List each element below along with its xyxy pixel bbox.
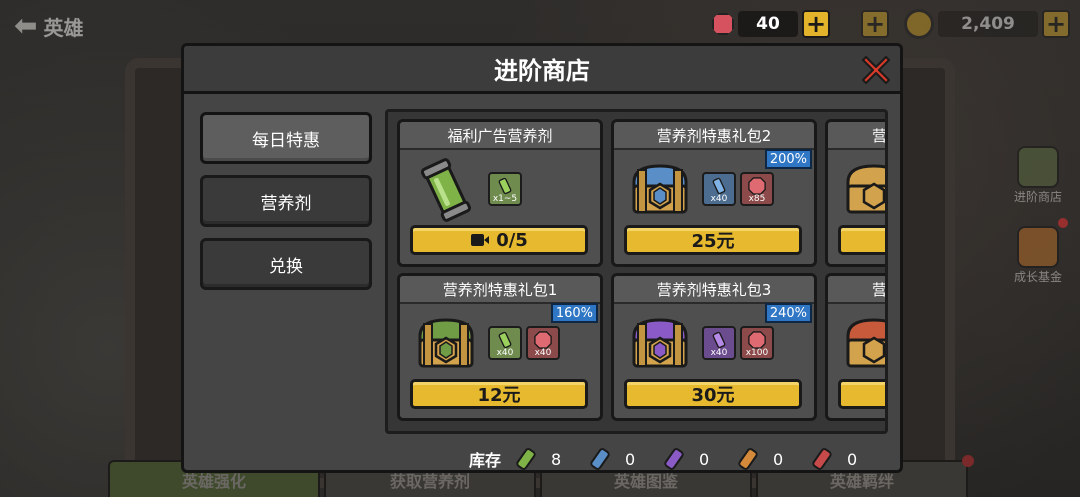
buy-button[interactable]	[838, 379, 885, 409]
video-icon	[471, 234, 490, 246]
buy-button[interactable]: 25元	[624, 225, 802, 255]
product-title: 营养剂特惠礼包2	[614, 122, 814, 150]
product-title: 营养剂特惠礼包3	[614, 276, 814, 304]
back-label: 英雄	[43, 15, 84, 40]
reward-item: x85	[740, 172, 774, 206]
product-title: 营养剂特惠礼包1	[400, 276, 600, 304]
gem-icon	[748, 331, 766, 349]
purple-canister-icon	[712, 331, 726, 349]
purple-canister-icon	[664, 448, 684, 470]
price-label: 0/5	[496, 229, 528, 251]
modal-title: 进阶商店	[494, 57, 590, 85]
reward-item: x40	[702, 326, 736, 360]
green-canister-icon	[498, 331, 512, 349]
red-canister-icon	[812, 448, 832, 470]
fund-icon	[1017, 226, 1059, 268]
buy-button[interactable]: 12元	[410, 379, 588, 409]
side-button-shop-label: 进阶商店	[1013, 190, 1062, 204]
product-card: 营	[825, 119, 885, 267]
coin-icon	[904, 9, 934, 39]
blue-chest-icon	[632, 164, 688, 214]
buy-button[interactable]: 30元	[624, 379, 802, 409]
product-title: 福利广告营养剂	[400, 122, 600, 150]
purple-chest-icon	[632, 318, 688, 368]
coin-counter: 2,409 +	[904, 9, 1070, 39]
modal-header: 进阶商店	[184, 46, 900, 94]
back-button[interactable]: ⬅ 英雄	[14, 10, 83, 42]
buy-button[interactable]: 0/5	[410, 225, 588, 255]
gem-icon	[712, 13, 734, 35]
reward-item: x1~5	[488, 172, 522, 206]
green-canister-icon	[498, 177, 512, 195]
price-label: 30元	[691, 385, 735, 406]
product-card: 福利广告营养剂 x1~5 0/5	[397, 119, 603, 267]
notification-dot	[962, 455, 974, 467]
coin-amount: 2,409	[938, 11, 1038, 37]
side-button-fund[interactable]: 成长基金	[1008, 226, 1068, 285]
close-icon	[862, 56, 890, 84]
green-canister-icon	[516, 448, 536, 470]
inventory-item: 0	[735, 446, 787, 470]
chest-vi-icon	[846, 164, 885, 214]
product-card: 营养剂特惠礼包1 160% x40 x40 12元	[397, 273, 603, 421]
orange-canister-icon	[738, 448, 758, 470]
product-card: 营	[825, 273, 885, 421]
inventory-item: 8	[513, 446, 565, 470]
nav-nutrient[interactable]: 营养剂	[200, 175, 372, 227]
price-label: 12元	[477, 385, 521, 406]
chest-v-icon	[846, 318, 885, 368]
product-card: 营养剂特惠礼包2 200% x40 x85 25元	[611, 119, 817, 267]
gem-icon	[748, 177, 766, 195]
reward-item: x100	[740, 326, 774, 360]
inventory-bar: 库存 8 0 0 0 0	[469, 446, 883, 470]
blue-canister-icon	[712, 177, 726, 195]
shop-icon	[1017, 146, 1059, 188]
close-button[interactable]	[860, 54, 892, 86]
blue-canister-icon	[590, 448, 610, 470]
add-gems-button[interactable]: +	[802, 10, 830, 38]
side-button-shop[interactable]: 进阶商店	[1008, 146, 1068, 205]
inventory-item: 0	[809, 446, 861, 470]
add-coins-button[interactable]: +	[1042, 10, 1070, 38]
gem-icon	[534, 331, 552, 349]
product-card: 营养剂特惠礼包3 240% x40 x100 30元	[611, 273, 817, 421]
nav-exchange[interactable]: 兑换	[200, 238, 372, 290]
shop-nav: 每日特惠 营养剂 兑换	[200, 112, 372, 301]
side-button-fund-label: 成长基金	[1013, 270, 1062, 284]
buy-button[interactable]	[838, 225, 885, 255]
reward-item: x40	[488, 326, 522, 360]
nav-daily-deals[interactable]: 每日特惠	[200, 112, 372, 164]
green-chest-icon	[418, 318, 474, 368]
add-button-dim[interactable]: +	[861, 10, 889, 38]
back-arrow-icon: ⬅	[14, 9, 38, 42]
gem-amount: 40	[738, 11, 798, 37]
shop-modal: 进阶商店 每日特惠 营养剂 兑换 福利广告营养剂 x1~5 0/5 营养剂特惠礼…	[181, 43, 903, 473]
product-area: 福利广告营养剂 x1~5 0/5 营养剂特惠礼包2 200% x40 x85 2…	[385, 109, 888, 434]
product-title: 营	[828, 122, 885, 150]
reward-item: x40	[526, 326, 560, 360]
green-canister-icon	[420, 158, 472, 222]
product-title: 营	[828, 276, 885, 304]
price-label: 25元	[691, 231, 735, 252]
inventory-label: 库存	[469, 451, 502, 470]
reward-item: x40	[702, 172, 736, 206]
inventory-item: 0	[661, 446, 713, 470]
inventory-item: 0	[587, 446, 639, 470]
gem-counter: 40 +	[712, 9, 830, 39]
